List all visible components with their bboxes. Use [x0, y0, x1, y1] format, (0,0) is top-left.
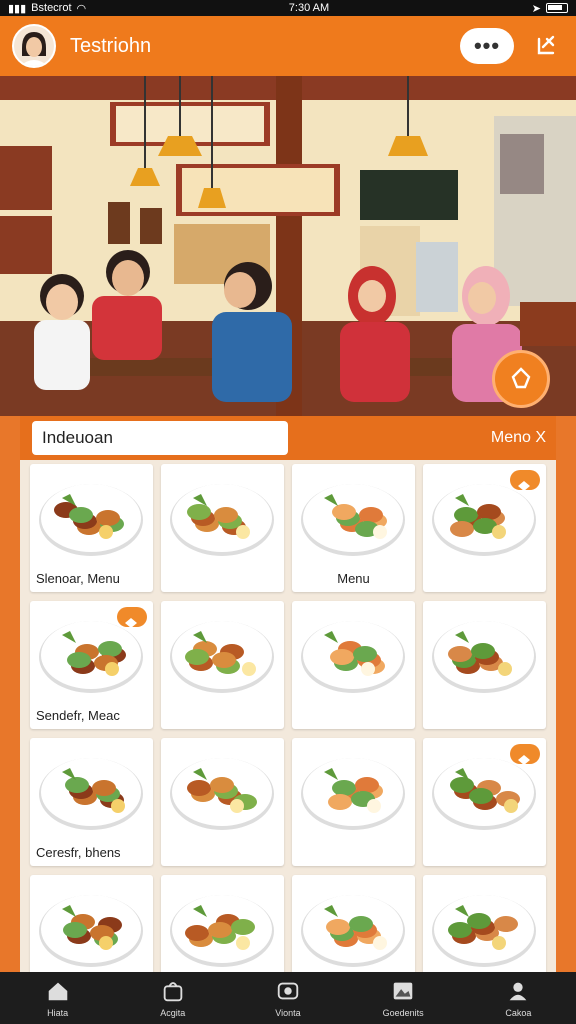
nav-label: Acgita — [160, 1008, 186, 1018]
food-tile-label: Sendefr, Meac — [36, 708, 120, 723]
food-tile[interactable] — [423, 601, 546, 729]
food-tile[interactable] — [292, 601, 415, 729]
camera-icon — [277, 982, 299, 1000]
nav-item-hiata[interactable]: Hiata — [13, 978, 103, 1018]
tag-icon — [125, 618, 137, 628]
food-tile[interactable] — [30, 875, 153, 972]
more-button[interactable]: ••• — [460, 28, 514, 64]
food-tile[interactable]: Slenoar, Menu — [30, 464, 153, 592]
menu-panel: Indeuoan Meno X Slenoar, Menu Menu Sende… — [20, 416, 556, 972]
food-tile[interactable]: Menu — [292, 464, 415, 592]
food-tile[interactable]: Ceresfr, bhens — [30, 738, 153, 866]
gallery-icon — [393, 982, 413, 1000]
food-tile-label: Slenoar, Menu — [36, 571, 120, 586]
nav-label: Cakoa — [505, 1008, 532, 1018]
nav-item-vionta[interactable]: Vionta — [243, 978, 333, 1018]
bottom-nav: Hiata Acgita Vionta Goedenits Cakoa — [0, 972, 576, 1024]
app-header: Testriohn ••• — [0, 16, 576, 76]
food-image — [39, 484, 143, 556]
food-tile[interactable] — [161, 601, 284, 729]
food-image — [301, 621, 405, 693]
menu-close-link[interactable]: Meno X — [491, 429, 546, 447]
menu-toolbar: Indeuoan Meno X — [20, 416, 556, 460]
food-image — [39, 895, 143, 967]
share-button[interactable] — [528, 28, 564, 64]
food-image — [301, 484, 405, 556]
food-image — [301, 758, 405, 830]
app-title: Testriohn — [70, 34, 152, 57]
tag-icon — [518, 481, 530, 491]
nav-label: Hiata — [47, 1008, 69, 1018]
tag-badge — [117, 607, 147, 628]
food-tile[interactable] — [423, 738, 546, 866]
food-tile[interactable] — [423, 464, 546, 592]
food-tile-label: Menu — [337, 571, 370, 586]
food-tile[interactable] — [161, 738, 284, 866]
nav-item-acgita[interactable]: Acgita — [128, 978, 218, 1018]
nav-item-cakoa[interactable]: Cakoa — [473, 978, 563, 1018]
tag-badge — [510, 744, 540, 765]
food-tile[interactable] — [292, 738, 415, 866]
tag-icon — [518, 755, 530, 765]
food-image — [432, 621, 536, 693]
food-tile-label: Ceresfr, bhens — [36, 845, 121, 860]
avatar[interactable] — [12, 24, 56, 68]
nav-label: Goedenits — [382, 1008, 424, 1018]
food-image — [170, 895, 274, 967]
share-icon — [537, 35, 555, 55]
food-image — [432, 895, 536, 967]
food-tile[interactable] — [161, 875, 284, 972]
wifi-icon: ◠ — [76, 2, 87, 15]
food-tile[interactable] — [292, 875, 415, 972]
food-grid: Slenoar, Menu Menu Sendefr, Meac Ceresfr… — [30, 464, 546, 972]
refresh-fab[interactable] — [492, 350, 550, 408]
search-input[interactable]: Indeuoan — [32, 421, 288, 455]
nav-label: Vionta — [275, 1008, 301, 1018]
location-icon: ➤ — [531, 2, 541, 15]
food-tile[interactable] — [423, 875, 546, 972]
restaurant-illustration — [0, 76, 576, 416]
food-image — [170, 758, 274, 830]
profile-icon — [509, 982, 527, 1001]
carrier-name: Bstecrot — [31, 2, 72, 14]
food-tile[interactable]: Sendefr, Meac — [30, 601, 153, 729]
home-icon — [48, 982, 67, 1001]
clock: 7:30 AM — [288, 2, 330, 14]
food-image — [170, 484, 274, 556]
food-image — [170, 621, 274, 693]
food-image — [39, 758, 143, 830]
status-bar: ▮▮▮ Bstecrot ◠ 7:30 AM ➤ — [0, 0, 576, 16]
nav-item-goedenits[interactable]: Goedenits — [358, 978, 448, 1018]
bag-icon — [163, 982, 183, 1002]
refresh-icon — [511, 367, 531, 389]
signal-icon: ▮▮▮ — [8, 2, 27, 15]
battery-icon — [546, 3, 568, 13]
food-image — [301, 895, 405, 967]
tag-badge — [510, 470, 540, 491]
food-tile[interactable] — [161, 464, 284, 592]
